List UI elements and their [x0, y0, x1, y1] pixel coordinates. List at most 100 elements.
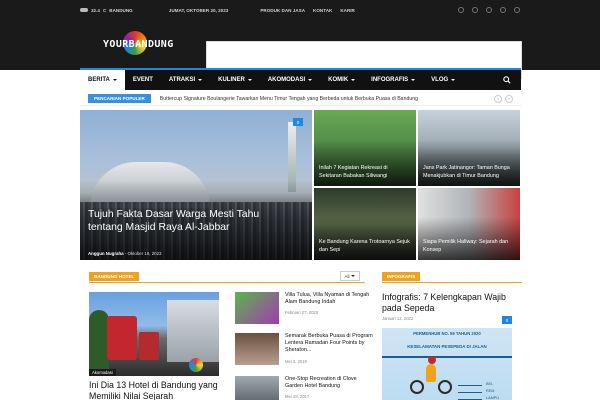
infografis-heading-2: KESELAMATAN PESEPEDA DI JALAN — [407, 344, 487, 349]
facebook-icon[interactable] — [458, 7, 464, 13]
label-pointer — [458, 385, 482, 386]
page: 32.4 C BANDUNG JUMAT, OKTOBER 20, 2023 P… — [0, 0, 600, 400]
infografis-label-bel: BEL — [486, 382, 494, 386]
category-tag[interactable]: Akomodasi — [89, 369, 116, 376]
chevron-down-icon — [351, 79, 356, 81]
hero-title[interactable]: Tujuh Fakta Dasar Warga Mesti Tahu tenta… — [88, 208, 288, 234]
site-header: YOURBANDUNG — [0, 20, 600, 79]
bicycle-wheel-icon — [438, 380, 452, 394]
category-filter-select[interactable]: All — [340, 271, 360, 281]
chevron-down-icon — [351, 275, 356, 277]
comment-count-badge[interactable]: 0 — [293, 118, 303, 126]
top-link-karir[interactable]: KARIR — [340, 8, 355, 13]
list-thumbnail[interactable] — [235, 292, 279, 324]
hotel-building-image — [167, 300, 219, 362]
weather-widget: 32.4 C BANDUNG — [80, 8, 133, 13]
trending-badge: PENCARIAN POPULER — [88, 94, 151, 103]
nav-label: VLOG — [431, 77, 449, 83]
nav-item-event[interactable]: EVENT — [125, 70, 161, 90]
hero-main-article[interactable]: 0 Tujuh Fakta Dasar Warga Mesti Tahu ten… — [80, 110, 312, 260]
hero-tile[interactable]: Jans Park Jatinangor: Taman Bunga Menakj… — [418, 110, 520, 186]
social-links — [458, 7, 520, 13]
nav-item-atraksi[interactable]: ATRAKSI — [161, 70, 210, 90]
nav-item-berita[interactable]: BERITA — [80, 70, 125, 90]
trending-bar: PENCARIAN POPULER Buttercup Signature Bo… — [80, 92, 521, 106]
hero-tile[interactable]: Inilah 7 Kegiatan Rekreasi di Sekitaran … — [314, 110, 416, 186]
cyclist-body — [426, 364, 436, 382]
top-link-kontak[interactable]: KONTAK — [313, 8, 332, 13]
infografis-label-rem: REM — [486, 389, 495, 393]
infografis-title[interactable]: Infografis: 7 Kelengkapan Wajib pada Sep… — [382, 292, 522, 314]
nav-label: KOMIK — [328, 77, 349, 83]
section-label-hotel[interactable]: BANDUNG HOTEL — [89, 272, 140, 281]
list-item-date: Februari 27, 2020 — [285, 310, 319, 315]
list-item-title[interactable]: Villa Tulua, Villa Nyaman di Tengah Alam… — [285, 292, 373, 306]
nav-label: EVENT — [132, 77, 153, 83]
list-thumbnail[interactable] — [235, 333, 279, 365]
search-button[interactable] — [493, 70, 521, 90]
list-item-date: Mei 3, 2019 — [285, 359, 307, 364]
featured-article-image[interactable]: Akomodasi — [89, 292, 219, 376]
nav-item-kuliner[interactable]: KULINER — [210, 70, 260, 90]
nav-item-infografis[interactable]: INFOGRAFIS — [363, 70, 423, 90]
hero-tile[interactable]: Ke Bandung Karena Trotoarnya Sejuk dan S… — [314, 188, 416, 260]
section-divider — [382, 282, 522, 283]
trending-next-button[interactable]: › — [505, 94, 513, 103]
nav-item-komik[interactable]: KOMIK — [320, 70, 363, 90]
filter-value: All — [344, 273, 350, 279]
cyclist-illustration — [410, 356, 452, 396]
mail-icon[interactable] — [500, 7, 506, 13]
palm-tree-image — [89, 310, 109, 370]
list-item-title[interactable]: One-Stop Recreation di Clove Garden Hote… — [285, 376, 373, 390]
list-item[interactable]: One-Stop Recreation di Clove Garden Hote… — [235, 376, 375, 400]
hero-tile-title[interactable]: Ke Bandung Karena Trotoarnya Sejuk dan S… — [319, 239, 411, 254]
search-icon — [503, 76, 511, 84]
red-bus-image — [139, 332, 159, 360]
chevron-down-icon — [247, 79, 252, 81]
hero-date: Oktober 19, 2023 — [127, 251, 162, 256]
list-item-date: Mei 19, 2017 — [285, 394, 310, 399]
list-item[interactable]: Villa Tulua, Villa Nyaman di Tengah Alam… — [235, 292, 375, 326]
nav-label: BERITA — [88, 77, 110, 83]
hero-tile-title[interactable]: Inilah 7 Kegiatan Rekreasi di Sekitaran … — [319, 165, 411, 180]
nav-label: KULINER — [218, 77, 245, 83]
bicycle-wheel-icon — [410, 380, 424, 394]
list-thumbnail[interactable] — [235, 376, 279, 400]
youtube-icon[interactable] — [514, 7, 520, 13]
chevron-down-icon — [198, 79, 203, 81]
hero-author[interactable]: Anggun Nugraha — [88, 251, 124, 256]
hero-meta: Anggun Nugraha - Oktober 19, 2023 — [88, 251, 161, 256]
trending-headline[interactable]: Buttercup Signature Boulangerie Tawarkan… — [160, 96, 418, 102]
chevron-down-icon — [112, 79, 117, 81]
list-item-title[interactable]: Semarak Berbuka Puasa di Program Lentera… — [285, 333, 373, 355]
logo-stamp-icon — [189, 358, 203, 372]
infografis-heading-1: PERMENHUB NO. 59 TAHUN 2020 — [413, 331, 481, 336]
chevron-down-icon — [451, 79, 456, 81]
infografis-label-lampu: LAMPU — [486, 396, 500, 400]
twitter-icon[interactable] — [472, 7, 478, 13]
trending-prev-button[interactable]: ‹ — [494, 94, 502, 103]
cyclist-helmet — [428, 356, 436, 364]
hero-tile-title[interactable]: Jans Park Jatinangor: Taman Bunga Menakj… — [423, 165, 515, 180]
infografis-date: Januari 12, 2022 — [382, 316, 414, 321]
section-label-infografis[interactable]: INFOGRAFIS — [382, 272, 421, 281]
site-logo[interactable]: YOURBANDUNG — [103, 31, 175, 56]
featured-article-title[interactable]: Ini Dia 13 Hotel di Bandung yang Memilik… — [89, 380, 229, 400]
top-bar: 32.4 C BANDUNG JUMAT, OKTOBER 20, 2023 P… — [0, 0, 600, 20]
nav-item-vlog[interactable]: VLOG — [423, 70, 463, 90]
nav-label: AKOMODASI — [267, 77, 306, 83]
list-item[interactable]: Semarak Berbuka Puasa di Program Lentera… — [235, 333, 375, 367]
nav-item-akomodasi[interactable]: AKOMODASI — [260, 70, 320, 90]
chevron-down-icon — [308, 79, 313, 81]
section-divider — [89, 282, 365, 283]
top-link-produk[interactable]: PRODUK DAN JASA — [260, 8, 305, 13]
chevron-down-icon — [411, 79, 416, 81]
current-date: JUMAT, OKTOBER 20, 2023 — [168, 7, 229, 13]
instagram-icon[interactable] — [486, 7, 492, 13]
nav-label: INFOGRAFIS — [371, 77, 409, 83]
comment-count-badge[interactable]: 0 — [502, 316, 512, 324]
hero-tile-title[interactable]: Siapa Pemilik Hallway: Sejarah dan Konse… — [423, 239, 515, 254]
hero-tile[interactable]: Siapa Pemilik Hallway: Sejarah dan Konse… — [418, 188, 520, 260]
infografis-image[interactable]: PERMENHUB NO. 59 TAHUN 2020 KESELAMATAN … — [382, 328, 512, 400]
temperature-unit: C — [102, 7, 107, 13]
